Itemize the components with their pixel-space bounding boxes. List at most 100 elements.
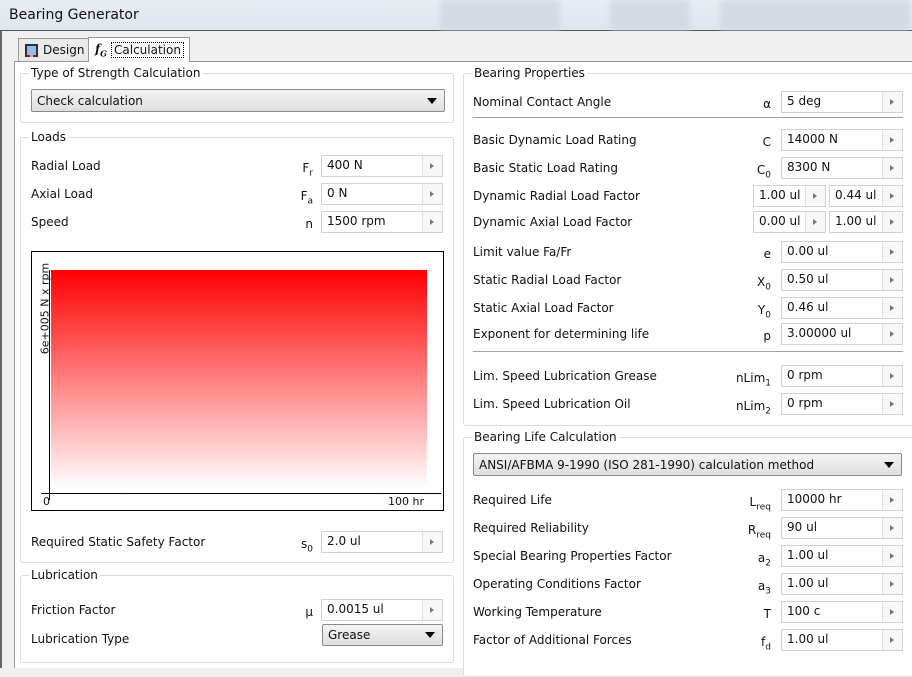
arrow-right-icon[interactable] bbox=[805, 212, 825, 232]
tab-calculation[interactable]: fG Calculation bbox=[88, 37, 190, 62]
operating-conditions-factor-input[interactable]: 1.00 ul bbox=[781, 573, 903, 595]
working-temperature-symbol: T bbox=[763, 607, 771, 621]
lim-speed-lubrication-oil-input-value: 0 rpm bbox=[787, 396, 823, 410]
working-temperature-input[interactable]: 100 c bbox=[781, 601, 903, 623]
graph-fill-area bbox=[51, 270, 427, 489]
required-life-input[interactable]: 10000 hr bbox=[781, 489, 903, 511]
bearing-life-title: Bearing Life Calculation bbox=[472, 430, 619, 444]
basic-static-load-rating-input[interactable]: 8300 N bbox=[781, 157, 903, 179]
limit-value-fa-fr-input[interactable]: 0.00 ul bbox=[781, 241, 903, 263]
lubrication-type-value: Grease bbox=[328, 628, 371, 642]
bearing-icon bbox=[25, 43, 38, 57]
chevron-down-icon bbox=[427, 97, 437, 104]
operating-conditions-factor-label: Operating Conditions Factor bbox=[473, 577, 641, 591]
friction-factor-symbol: μ bbox=[305, 605, 313, 619]
arrow-right-icon[interactable] bbox=[422, 532, 442, 552]
radial-load-symbol: Fr bbox=[302, 161, 313, 179]
dynamic-radial-load-factor-input-2[interactable]: 0.44 ul bbox=[829, 185, 903, 207]
lim-speed-lubrication-oil-symbol: nLim2 bbox=[735, 399, 771, 417]
arrow-right-icon[interactable] bbox=[882, 546, 902, 566]
graph-y-label: 6e+005 N x rpm bbox=[38, 262, 52, 355]
arrow-right-icon[interactable] bbox=[882, 212, 902, 232]
arrow-right-icon[interactable] bbox=[882, 602, 902, 622]
window-title: Bearing Generator bbox=[9, 7, 139, 23]
limit-value-fa-fr-symbol: e bbox=[763, 247, 771, 261]
static-axial-load-factor-symbol: Y0 bbox=[757, 303, 771, 321]
arrow-right-icon[interactable] bbox=[882, 324, 902, 344]
radial-load-input-value: 400 N bbox=[327, 158, 363, 172]
arrow-right-icon[interactable] bbox=[882, 270, 902, 290]
basic-dynamic-load-rating-symbol: C bbox=[762, 135, 771, 149]
arrow-right-icon[interactable] bbox=[882, 242, 902, 262]
dynamic-radial-load-factor-input-1[interactable]: 1.00 ul bbox=[753, 185, 826, 207]
static-radial-load-factor-symbol: X0 bbox=[757, 275, 771, 293]
dynamic-axial-load-factor-input-1[interactable]: 0.00 ul bbox=[753, 211, 826, 233]
arrow-right-icon[interactable] bbox=[422, 212, 442, 232]
required-static-safety-factor-input[interactable]: 2.0 ul bbox=[321, 531, 443, 553]
strength-group-title: Type of Strength Calculation bbox=[29, 66, 203, 80]
graph-x-start: 0 bbox=[43, 495, 50, 508]
strength-type-dropdown[interactable]: Check calculation bbox=[31, 89, 445, 112]
static-axial-load-factor-input-value: 0.46 ul bbox=[787, 300, 829, 314]
arrow-right-icon[interactable] bbox=[422, 600, 442, 620]
lim-speed-lubrication-grease-input-value: 0 rpm bbox=[787, 368, 823, 382]
required-static-safety-factor-label: Required Static Safety Factor bbox=[31, 535, 206, 549]
tab-design[interactable]: Design bbox=[18, 38, 92, 61]
arrow-right-icon[interactable] bbox=[882, 490, 902, 510]
tab-calculation-label: Calculation bbox=[111, 42, 184, 58]
chevron-down-icon bbox=[884, 461, 894, 468]
limit-value-fa-fr-input-value: 0.00 ul bbox=[787, 244, 829, 258]
dynamic-axial-load-factor-input-2-value: 1.00 ul bbox=[835, 214, 877, 228]
lubrication-type-dropdown[interactable]: Grease bbox=[322, 624, 443, 646]
nominal-contact-angle-label: Nominal Contact Angle bbox=[473, 95, 612, 109]
basic-dynamic-load-rating-input[interactable]: 14000 N bbox=[781, 129, 903, 151]
friction-factor-label: Friction Factor bbox=[31, 603, 116, 617]
arrow-right-icon[interactable] bbox=[882, 298, 902, 318]
required-life-label: Required Life bbox=[473, 493, 552, 507]
loads-group-title: Loads bbox=[29, 130, 69, 144]
arrow-right-icon[interactable] bbox=[882, 130, 902, 150]
lim-speed-lubrication-grease-input[interactable]: 0 rpm bbox=[781, 365, 903, 387]
friction-factor-input[interactable]: 0.0015 ul bbox=[321, 599, 443, 621]
radial-load-input[interactable]: 400 N bbox=[321, 155, 443, 177]
static-radial-load-factor-input[interactable]: 0.50 ul bbox=[781, 269, 903, 291]
factor-of-additional-forces-input[interactable]: 1.00 ul bbox=[781, 629, 903, 651]
title-bar: Bearing Generator bbox=[0, 0, 912, 31]
dynamic-axial-load-factor-input-2[interactable]: 1.00 ul bbox=[829, 211, 903, 233]
axial-load-label: Axial Load bbox=[31, 187, 93, 201]
nominal-contact-angle-input[interactable]: 5 deg bbox=[781, 91, 903, 113]
special-bearing-properties-factor-input[interactable]: 1.00 ul bbox=[781, 545, 903, 567]
arrow-right-icon[interactable] bbox=[882, 518, 902, 538]
required-life-input-value: 10000 hr bbox=[787, 492, 842, 506]
factor-of-additional-forces-input-value: 1.00 ul bbox=[787, 632, 829, 646]
lim-speed-lubrication-oil-label: Lim. Speed Lubrication Oil bbox=[473, 397, 631, 411]
axial-load-input[interactable]: 0 N bbox=[321, 183, 443, 205]
arrow-right-icon[interactable] bbox=[882, 574, 902, 594]
life-method-dropdown[interactable]: ANSI/AFBMA 9-1990 (ISO 281-1990) calcula… bbox=[473, 453, 902, 476]
arrow-right-icon[interactable] bbox=[805, 186, 825, 206]
speed-input[interactable]: 1500 rpm bbox=[321, 211, 443, 233]
special-bearing-properties-factor-input-value: 1.00 ul bbox=[787, 548, 829, 562]
basic-dynamic-load-rating-label: Basic Dynamic Load Rating bbox=[473, 133, 637, 147]
arrow-right-icon[interactable] bbox=[422, 156, 442, 176]
factor-of-additional-forces-symbol: fd bbox=[761, 635, 771, 653]
speed-input-value: 1500 rpm bbox=[327, 214, 386, 228]
static-radial-load-factor-label: Static Radial Load Factor bbox=[473, 273, 622, 287]
special-bearing-properties-factor-symbol: a2 bbox=[757, 551, 771, 569]
static-axial-load-factor-input[interactable]: 0.46 ul bbox=[781, 297, 903, 319]
arrow-right-icon[interactable] bbox=[882, 366, 902, 386]
exponent-for-determining-life-input[interactable]: 3.00000 ul bbox=[781, 323, 903, 345]
arrow-right-icon[interactable] bbox=[882, 158, 902, 178]
basic-static-load-rating-input-value: 8300 N bbox=[787, 160, 831, 174]
dynamic-radial-load-factor-input-1-value: 1.00 ul bbox=[759, 188, 801, 202]
lubrication-type-label: Lubrication Type bbox=[31, 632, 130, 646]
arrow-right-icon[interactable] bbox=[882, 92, 902, 112]
arrow-right-icon[interactable] bbox=[882, 394, 902, 414]
lim-speed-lubrication-oil-input[interactable]: 0 rpm bbox=[781, 393, 903, 415]
required-reliability-input[interactable]: 90 ul bbox=[781, 517, 903, 539]
divider bbox=[473, 117, 903, 118]
arrow-right-icon[interactable] bbox=[882, 186, 902, 206]
arrow-right-icon[interactable] bbox=[422, 184, 442, 204]
speed-symbol: n bbox=[305, 217, 313, 231]
arrow-right-icon[interactable] bbox=[882, 630, 902, 650]
